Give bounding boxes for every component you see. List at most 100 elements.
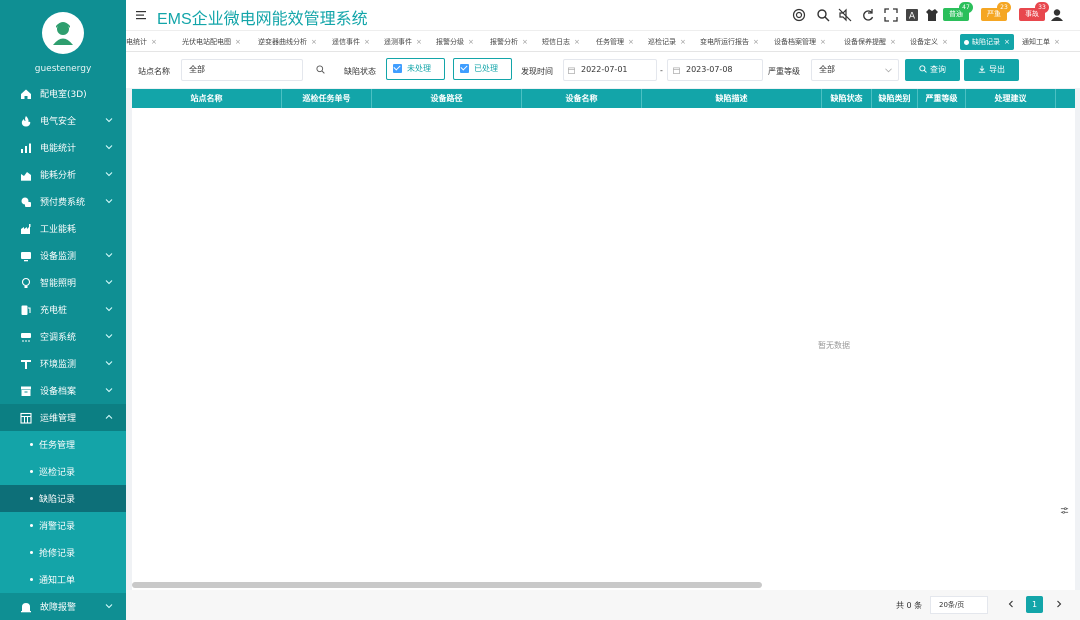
close-icon[interactable]: × — [364, 38, 370, 46]
column-header[interactable]: 站点名称 — [132, 89, 282, 108]
accident-alarm-badge[interactable]: 事故 33 — [1019, 2, 1049, 21]
close-icon[interactable]: × — [522, 38, 528, 46]
chevron-down-icon — [105, 145, 113, 150]
query-button[interactable]: 查询 — [905, 59, 960, 81]
tab-item[interactable]: 通知工单 × — [1018, 34, 1064, 50]
svg-text:A: A — [909, 12, 916, 22]
column-header[interactable]: 严重等级 — [918, 89, 966, 108]
mute-icon[interactable] — [838, 8, 852, 22]
tab-item[interactable]: 报警分级 × — [432, 34, 478, 50]
sidebar-item[interactable]: 运维管理 — [0, 404, 126, 431]
processed-checkbox[interactable]: 已处理 — [453, 58, 512, 80]
close-icon[interactable]: × — [416, 38, 422, 46]
page-number-current[interactable]: 1 — [1026, 596, 1043, 613]
station-select[interactable]: 全部 — [181, 59, 303, 81]
sidebar-subitem[interactable]: 任务管理 — [0, 431, 126, 458]
column-header[interactable]: 缺陷描述 — [642, 89, 822, 108]
close-icon[interactable]: × — [942, 38, 948, 46]
sidebar-item[interactable]: 设备档案 — [0, 377, 126, 404]
date-to-input[interactable]: 2023-07-08 — [667, 59, 763, 81]
close-icon[interactable]: × — [574, 38, 580, 46]
support-icon[interactable] — [792, 8, 806, 22]
sidebar-item[interactable]: 配电室(3D) — [0, 80, 126, 107]
chevron-down-icon — [105, 118, 113, 123]
sidebar-subitem[interactable]: 巡检记录 — [0, 458, 126, 485]
column-header[interactable]: 设备名称 — [522, 89, 642, 108]
close-icon[interactable]: × — [1004, 38, 1010, 46]
sidebar-subitem-label: 抢修记录 — [39, 549, 76, 559]
checkbox-label: 已处理 — [474, 64, 498, 73]
tab-item[interactable]: 逆变器曲线分析 × — [254, 34, 321, 50]
sidebar-item[interactable]: 电气安全 — [0, 107, 126, 134]
monitor-icon — [21, 251, 31, 261]
close-icon[interactable]: × — [151, 38, 157, 46]
sidebar-item[interactable]: 环境监测 — [0, 350, 126, 377]
tab-item[interactable]: 缺陷记录 × — [960, 34, 1014, 50]
close-icon[interactable]: × — [753, 38, 759, 46]
sidebar-subitem[interactable]: 通知工单 — [0, 566, 126, 593]
refresh-icon[interactable] — [861, 8, 875, 22]
next-page-icon[interactable] — [1054, 599, 1064, 609]
column-header[interactable]: 巡检任务单号 — [282, 89, 372, 108]
sidebar-item[interactable]: 电能统计 — [0, 134, 126, 161]
sidebar-item[interactable]: 设备监测 — [0, 242, 126, 269]
menu-toggle-icon[interactable] — [136, 9, 148, 21]
horizontal-scrollbar[interactable] — [132, 582, 762, 588]
tab-item[interactable]: 任务管理 × — [592, 34, 638, 50]
theme-icon[interactable] — [925, 8, 939, 22]
sidebar-item[interactable]: 充电桩 — [0, 296, 126, 323]
sidebar-subitem[interactable]: 消警记录 — [0, 512, 126, 539]
close-icon[interactable]: × — [890, 38, 896, 46]
tab-item[interactable]: 设备定义 × — [906, 34, 952, 50]
tab-item[interactable]: 变电所运行报告 × — [696, 34, 763, 50]
sidebar-item[interactable]: 预付费系统 — [0, 188, 126, 215]
close-icon[interactable]: × — [1054, 38, 1060, 46]
ops-icon — [20, 412, 32, 424]
sidebar-item[interactable]: 工业能耗 — [0, 215, 126, 242]
column-header[interactable]: 设备路径 — [372, 89, 522, 108]
close-icon[interactable]: × — [628, 38, 634, 46]
column-settings-icon[interactable] — [1060, 506, 1069, 515]
serious-alarm-badge[interactable]: 严重 23 — [981, 2, 1011, 21]
sidebar-subitem[interactable]: 抢修记录 — [0, 539, 126, 566]
date-from-input[interactable]: 2022-07-01 — [563, 59, 657, 81]
tab-label: 报警分析 — [490, 38, 518, 46]
sidebar-item[interactable]: 智能照明 — [0, 269, 126, 296]
close-icon[interactable]: × — [311, 38, 317, 46]
close-icon[interactable]: × — [820, 38, 826, 46]
column-header[interactable]: 处理建议 — [966, 89, 1056, 108]
station-search-icon[interactable] — [316, 65, 325, 74]
sidebar-item[interactable]: 故障报警 — [0, 593, 126, 620]
tab-item[interactable]: 报警分析 × — [486, 34, 532, 50]
tab-item[interactable]: 短信日志 × — [538, 34, 584, 50]
sidebar-item[interactable]: 空调系统 — [0, 323, 126, 350]
normal-alarm-badge[interactable]: 普通 47 — [943, 2, 973, 21]
sidebar-item-label: 设备监测 — [40, 252, 77, 262]
avatar[interactable] — [42, 12, 84, 54]
column-header[interactable]: 缺陷类别 — [872, 89, 918, 108]
sidebar-item[interactable]: 能耗分析 — [0, 161, 126, 188]
user-icon[interactable] — [1050, 8, 1064, 22]
tab-item[interactable]: 遥信事件 × — [328, 34, 374, 50]
search-icon[interactable] — [816, 8, 830, 22]
tab-item[interactable]: 电统计 × — [126, 34, 161, 50]
sidebar-subitem[interactable]: 缺陷记录 — [0, 485, 126, 512]
column-header[interactable]: 缺陷状态 — [822, 89, 872, 108]
close-icon[interactable]: × — [235, 38, 241, 46]
tab-item[interactable]: 遥测事件 × — [380, 34, 426, 50]
total-count: 共 0 条 — [896, 601, 923, 610]
close-icon[interactable]: × — [468, 38, 474, 46]
tab-item[interactable]: 光伏电站配电图 × — [178, 34, 245, 50]
tab-item[interactable]: 设备保养提醒 × — [840, 34, 900, 50]
sidebar-subitem-label: 通知工单 — [39, 576, 76, 586]
page-size-select[interactable]: 20条/页 — [930, 596, 988, 614]
prev-page-icon[interactable] — [1006, 599, 1016, 609]
tab-item[interactable]: 巡检记录 × — [644, 34, 690, 50]
export-button[interactable]: 导出 — [964, 59, 1019, 81]
tab-item[interactable]: 设备档案管理 × — [770, 34, 830, 50]
unprocessed-checkbox[interactable]: 未处理 — [386, 58, 445, 80]
close-icon[interactable]: × — [680, 38, 686, 46]
empty-placeholder: 暂无数据 — [818, 341, 850, 350]
fullscreen-icon[interactable] — [884, 8, 898, 22]
font-size-icon[interactable]: A — [905, 8, 919, 22]
